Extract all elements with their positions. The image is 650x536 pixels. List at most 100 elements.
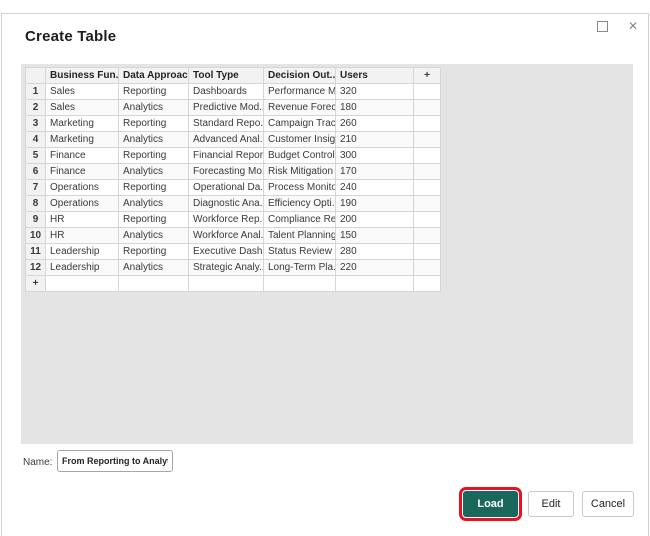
row-number[interactable]: 3 <box>26 116 46 132</box>
grid-cell[interactable]: Leadership <box>46 244 119 260</box>
grid-cell[interactable]: Revenue Forec... <box>264 100 336 116</box>
grid-cell[interactable]: Process Monito... <box>264 180 336 196</box>
edit-button[interactable]: Edit <box>528 491 574 517</box>
grid-cell[interactable]: 210 <box>336 132 414 148</box>
grid-cell-empty[interactable] <box>414 180 441 196</box>
grid-cell[interactable]: 260 <box>336 116 414 132</box>
grid-cell[interactable]: HR <box>46 212 119 228</box>
add-column-button[interactable]: + <box>414 68 441 84</box>
grid-cell-empty[interactable] <box>414 132 441 148</box>
grid-cell[interactable]: 320 <box>336 84 414 100</box>
grid-cell[interactable]: Operations <box>46 196 119 212</box>
grid-cell[interactable]: Reporting <box>119 84 189 100</box>
row-number[interactable]: 9 <box>26 212 46 228</box>
grid-cell[interactable]: Workforce Rep... <box>189 212 264 228</box>
grid-cell[interactable]: Risk Mitigation <box>264 164 336 180</box>
grid-cell-empty[interactable] <box>336 276 414 292</box>
grid-cell[interactable]: Forecasting Mo... <box>189 164 264 180</box>
row-number[interactable]: 1 <box>26 84 46 100</box>
grid-cell[interactable]: Compliance Re... <box>264 212 336 228</box>
grid-cell[interactable]: Reporting <box>119 212 189 228</box>
column-header[interactable]: Tool Type <box>189 68 264 84</box>
row-number[interactable]: 4 <box>26 132 46 148</box>
grid-cell-empty[interactable] <box>414 100 441 116</box>
grid-cell[interactable]: Operations <box>46 180 119 196</box>
grid-cell[interactable]: Campaign Trac... <box>264 116 336 132</box>
grid-cell-empty[interactable] <box>414 228 441 244</box>
grid-cell[interactable]: Efficiency Opti... <box>264 196 336 212</box>
grid-cell-empty[interactable] <box>414 260 441 276</box>
grid-cell[interactable]: Reporting <box>119 180 189 196</box>
grid-cell-empty[interactable] <box>414 164 441 180</box>
grid-cell[interactable]: 280 <box>336 244 414 260</box>
grid-cell[interactable]: Operational Da... <box>189 180 264 196</box>
row-number[interactable]: 7 <box>26 180 46 196</box>
add-row-button[interactable]: + <box>26 276 46 292</box>
grid-cell[interactable]: Sales <box>46 84 119 100</box>
grid-cell[interactable]: Analytics <box>119 260 189 276</box>
grid-cell-empty[interactable] <box>414 148 441 164</box>
grid-cell[interactable]: HR <box>46 228 119 244</box>
row-number[interactable]: 8 <box>26 196 46 212</box>
grid-cell[interactable]: Workforce Anal... <box>189 228 264 244</box>
grid-cell[interactable]: Strategic Analy... <box>189 260 264 276</box>
table-name-input[interactable] <box>57 450 173 472</box>
grid-cell[interactable]: Performance M... <box>264 84 336 100</box>
grid-cell[interactable]: Analytics <box>119 100 189 116</box>
grid-cell[interactable]: Long-Term Pla... <box>264 260 336 276</box>
cancel-button[interactable]: Cancel <box>582 491 634 517</box>
grid-cell[interactable]: 300 <box>336 148 414 164</box>
grid-cell-empty[interactable] <box>414 212 441 228</box>
grid-cell[interactable]: Standard Repo... <box>189 116 264 132</box>
row-number[interactable]: 2 <box>26 100 46 116</box>
grid-cell[interactable]: Predictive Mod... <box>189 100 264 116</box>
grid-cell[interactable]: Reporting <box>119 116 189 132</box>
grid-cell[interactable]: 240 <box>336 180 414 196</box>
grid-cell[interactable]: 190 <box>336 196 414 212</box>
grid-cell[interactable]: 220 <box>336 260 414 276</box>
row-number[interactable]: 10 <box>26 228 46 244</box>
grid-cell[interactable]: Analytics <box>119 228 189 244</box>
grid-cell-empty[interactable] <box>414 116 441 132</box>
grid-cell[interactable]: Marketing <box>46 132 119 148</box>
maximize-button[interactable] <box>593 17 611 35</box>
grid-cell-empty[interactable] <box>264 276 336 292</box>
grid-cell[interactable]: 180 <box>336 100 414 116</box>
grid-cell[interactable]: 200 <box>336 212 414 228</box>
grid-cell[interactable]: Analytics <box>119 132 189 148</box>
column-header[interactable]: Decision Out... <box>264 68 336 84</box>
grid-cell[interactable]: Reporting <box>119 148 189 164</box>
row-number[interactable]: 12 <box>26 260 46 276</box>
grid-cell-empty[interactable] <box>189 276 264 292</box>
column-header[interactable]: Data Approach <box>119 68 189 84</box>
grid-cell[interactable]: Advanced Anal... <box>189 132 264 148</box>
grid-cell[interactable]: Sales <box>46 100 119 116</box>
grid-cell[interactable]: Financial Reports <box>189 148 264 164</box>
grid-cell[interactable]: 170 <box>336 164 414 180</box>
grid-cell[interactable]: Marketing <box>46 116 119 132</box>
row-number[interactable]: 11 <box>26 244 46 260</box>
grid-cell[interactable]: Talent Planning <box>264 228 336 244</box>
grid-cell[interactable]: 150 <box>336 228 414 244</box>
grid-cell[interactable]: Finance <box>46 164 119 180</box>
grid-cell[interactable]: Finance <box>46 148 119 164</box>
grid-cell-empty[interactable] <box>119 276 189 292</box>
grid-cell[interactable]: Customer Insig... <box>264 132 336 148</box>
column-header[interactable]: Users <box>336 68 414 84</box>
column-header[interactable]: Business Fun... <box>46 68 119 84</box>
close-button[interactable]: ✕ <box>624 17 642 35</box>
row-number[interactable]: 6 <box>26 164 46 180</box>
grid-cell-empty[interactable] <box>46 276 119 292</box>
grid-cell[interactable]: Executive Dash... <box>189 244 264 260</box>
grid-cell-empty[interactable] <box>414 196 441 212</box>
grid-cell[interactable]: Reporting <box>119 244 189 260</box>
grid-cell[interactable]: Dashboards <box>189 84 264 100</box>
grid-cell-empty[interactable] <box>414 244 441 260</box>
row-number[interactable]: 5 <box>26 148 46 164</box>
grid-cell[interactable]: Analytics <box>119 196 189 212</box>
load-button[interactable]: Load <box>463 491 518 517</box>
grid-cell[interactable]: Leadership <box>46 260 119 276</box>
grid-cell-empty[interactable] <box>414 276 441 292</box>
grid-cell[interactable]: Diagnostic Ana... <box>189 196 264 212</box>
grid-cell-empty[interactable] <box>414 84 441 100</box>
